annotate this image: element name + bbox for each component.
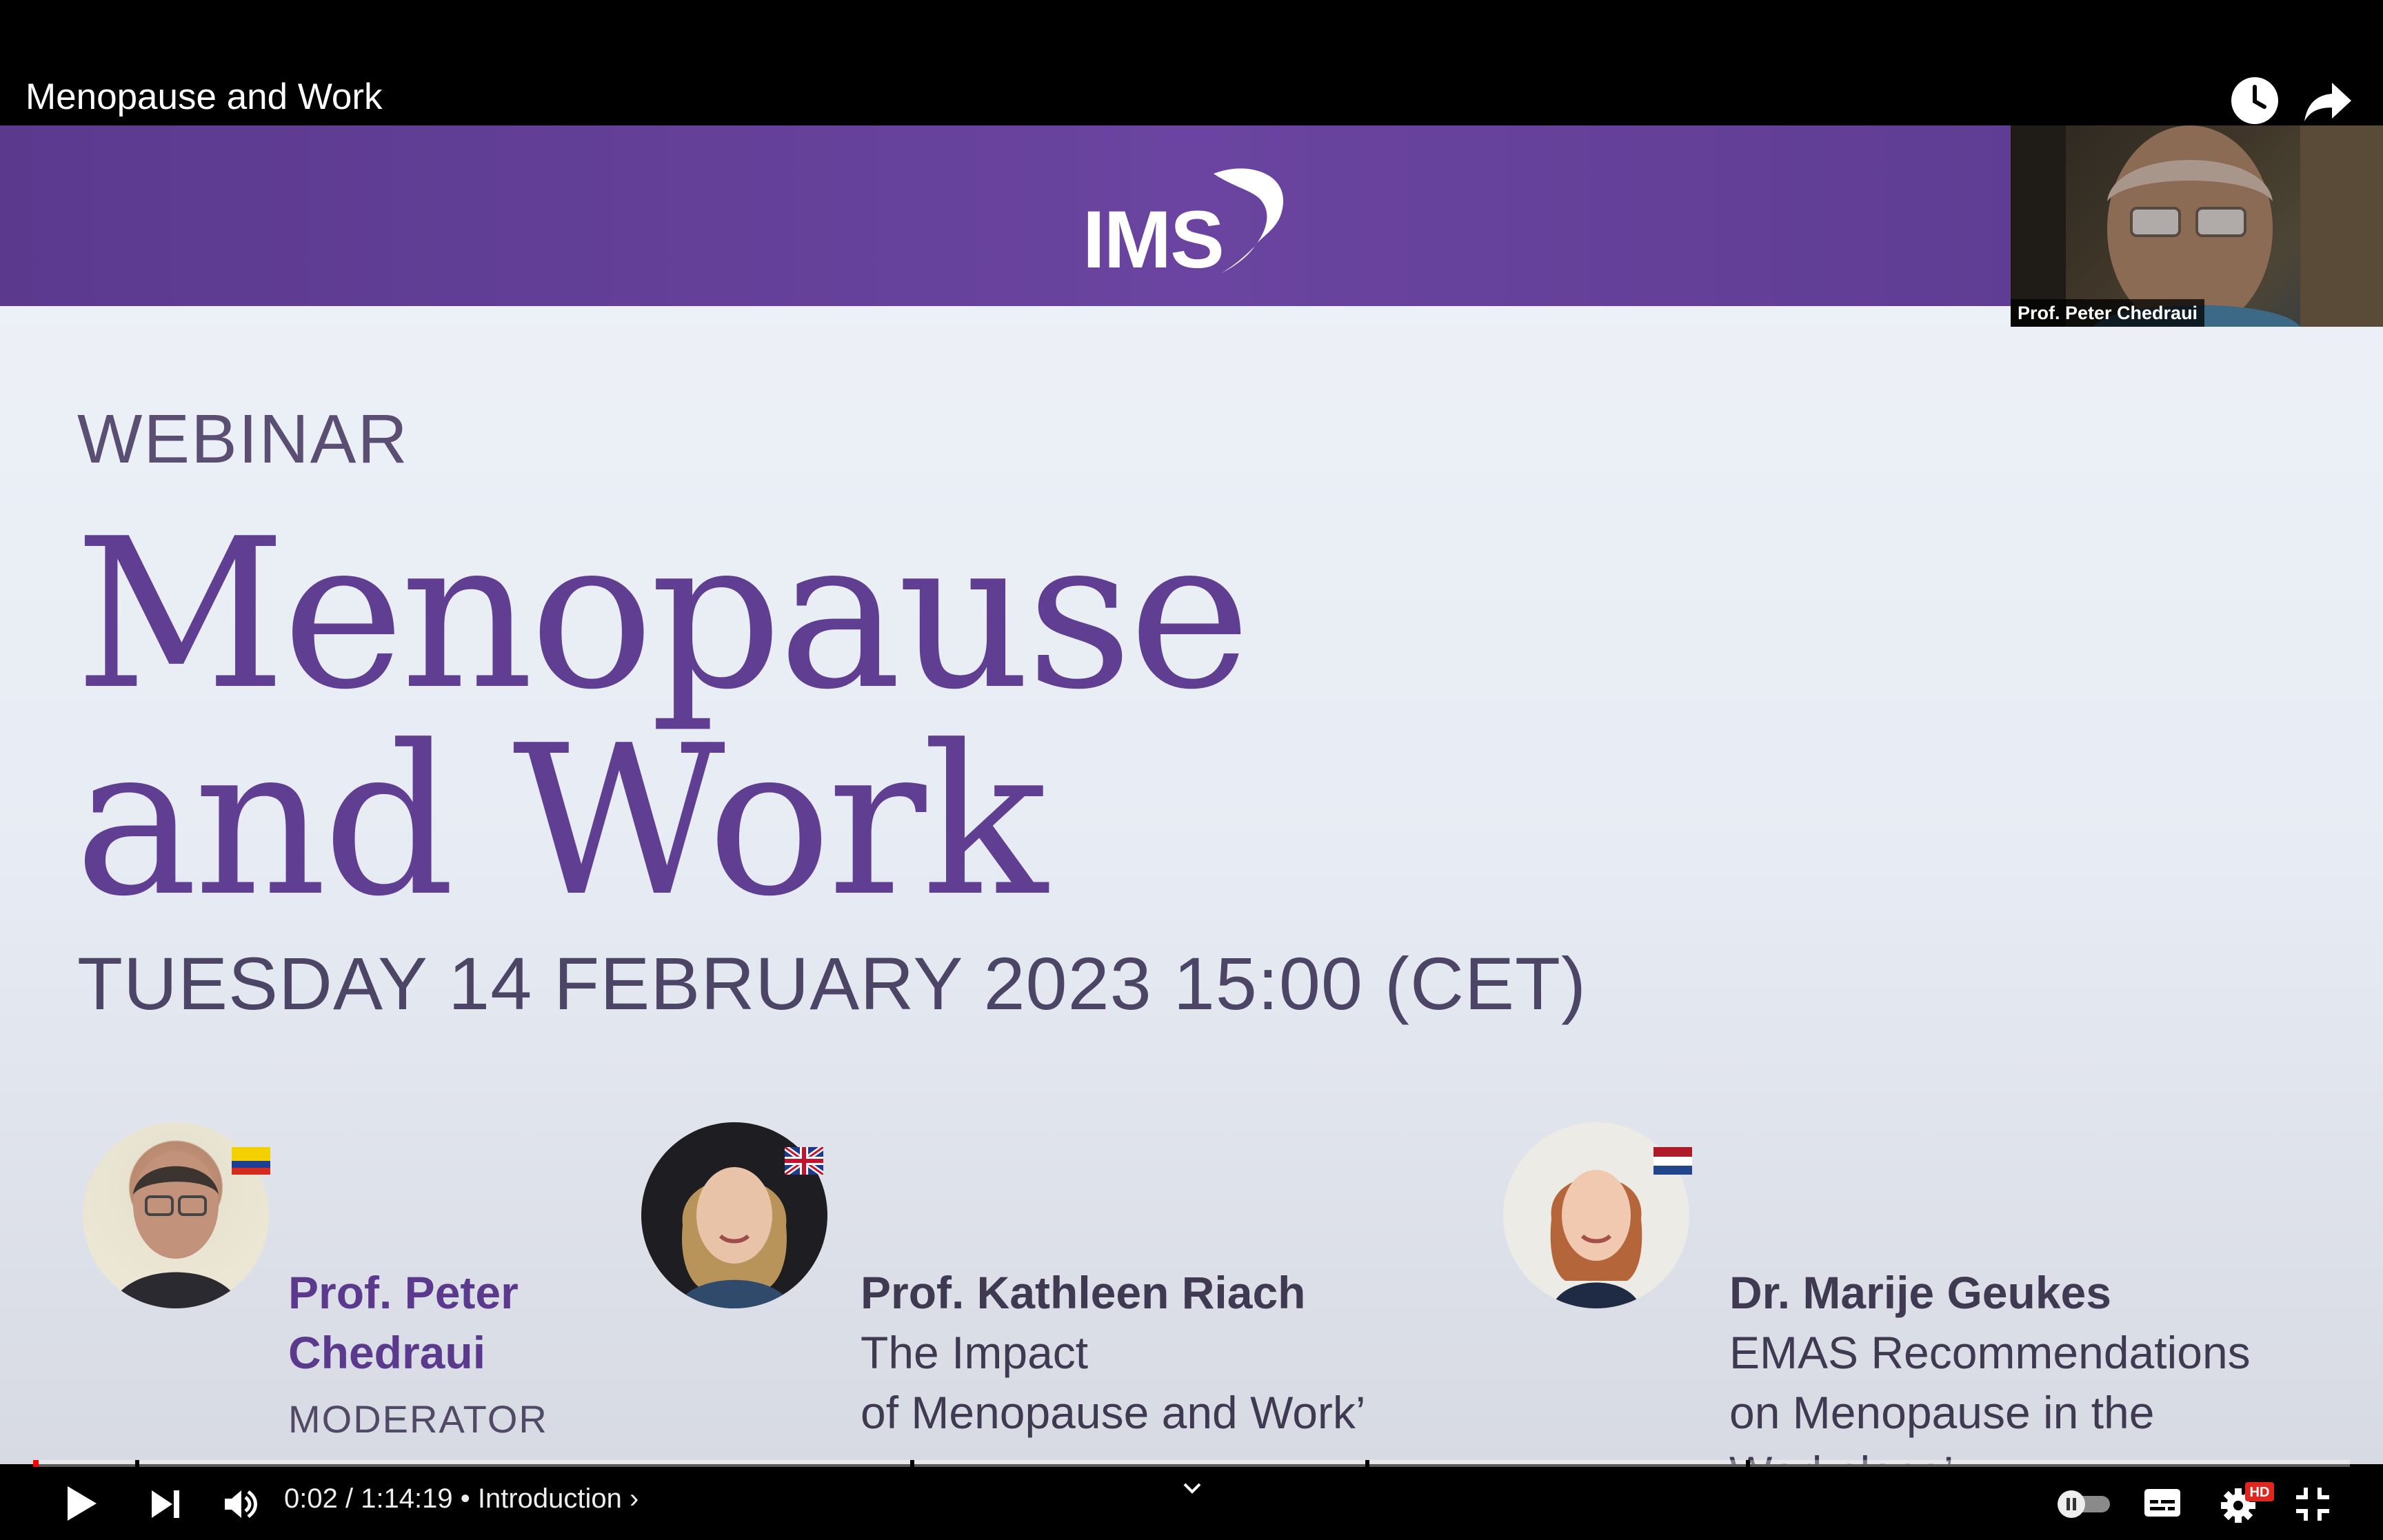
bird-swoosh-icon — [1214, 168, 1284, 274]
webinar-label: WEBINAR — [77, 401, 409, 478]
speaker-role: MODERATOR — [288, 1397, 548, 1441]
exit-fullscreen-icon[interactable] — [2293, 1485, 2332, 1523]
participant-video-tile: Prof. Peter Chedraui — [2011, 125, 2383, 327]
player-controls: 0:02 / 1:14:19 • Introduction › HD — [0, 1467, 2383, 1540]
talk-title-line2: on Menopause in the — [1729, 1387, 2155, 1438]
chapter-marker — [135, 1460, 139, 1467]
participant-name-label: Prof. Peter Chedraui — [2011, 299, 2205, 327]
speaker-name-line1: Prof. Peter — [288, 1267, 519, 1318]
talk-title-line2: of Menopause and Work’ — [861, 1387, 1366, 1438]
uk-flag — [785, 1147, 823, 1175]
settings-icon[interactable]: HD — [2219, 1479, 2281, 1525]
player-top-bar: Menopause and Work — [0, 0, 2383, 125]
talk-title-line1: The Impact — [861, 1327, 1089, 1378]
share-icon[interactable] — [2303, 77, 2354, 124]
chapter-marker — [1365, 1460, 1369, 1467]
speaker-name: Prof. Kathleen Riach — [861, 1267, 1306, 1318]
speaker-name: Dr. Marije Geukes — [1729, 1267, 2111, 1318]
time-and-chapter-display[interactable]: 0:02 / 1:14:19 • Introduction › — [284, 1483, 639, 1514]
slide-title-line2: and Work — [74, 701, 1047, 942]
watch-later-icon[interactable] — [2231, 77, 2278, 124]
volume-icon[interactable] — [221, 1485, 259, 1523]
video-player[interactable]: IMS WEBINAR Menopause and Work TUESDAY 1… — [0, 0, 2383, 1540]
ims-logo-text: IMS — [1083, 194, 1225, 285]
progress-played — [33, 1460, 39, 1467]
ecuador-flag — [232, 1147, 270, 1175]
hd-badge: HD — [2250, 1485, 2270, 1500]
ims-logo: IMS — [1083, 160, 1303, 285]
video-title[interactable]: Menopause and Work — [26, 76, 383, 118]
chapter-marker — [910, 1460, 914, 1467]
slide-title-line1: Menopause — [74, 494, 1251, 735]
next-icon[interactable] — [148, 1486, 183, 1522]
progress-bar[interactable] — [33, 1460, 2350, 1467]
talk-title-line1: EMAS Recommendations — [1729, 1327, 2251, 1378]
chevron-down-icon[interactable] — [1180, 1477, 1204, 1500]
participant-camera-feed — [2011, 125, 2383, 327]
netherlands-flag — [1653, 1147, 1692, 1175]
play-icon[interactable] — [62, 1483, 99, 1523]
subtitles-icon[interactable] — [2143, 1486, 2182, 1519]
chapter-marker — [1746, 1460, 1750, 1467]
speaker-name-line2: Chedraui — [288, 1327, 486, 1378]
autoplay-toggle-icon[interactable] — [2055, 1488, 2113, 1519]
event-date: TUESDAY 14 FEBRUARY 2023 15:00 (CET) — [77, 942, 1587, 1025]
